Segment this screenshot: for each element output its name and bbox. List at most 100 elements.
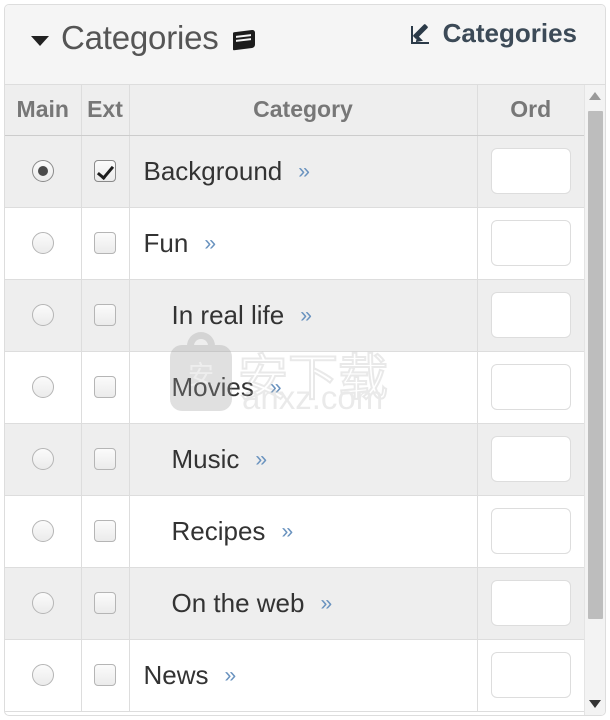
column-header-ext: Ext — [81, 85, 130, 136]
main-radio[interactable] — [31, 376, 54, 398]
column-header-category: Category — [129, 85, 478, 136]
category-detail-link[interactable]: » — [204, 233, 216, 254]
category-label: Fun — [143, 228, 189, 258]
cell-ext — [81, 135, 130, 208]
cell-category: Background » — [129, 135, 478, 208]
table-row: Background » — [5, 135, 584, 208]
categories-table-wrap: Main Ext Category Ord Background» Fun» In … — [5, 85, 605, 715]
cell-main — [5, 567, 82, 640]
page-title: Categories — [61, 19, 219, 56]
cell-main — [5, 639, 82, 712]
main-radio[interactable] — [31, 664, 54, 686]
category-cell-content: Movies » — [130, 374, 477, 400]
cell-ext — [81, 279, 130, 352]
category-detail-link[interactable]: » — [281, 521, 293, 542]
caret-down-icon[interactable] — [31, 35, 49, 46]
table-row: Fun » — [5, 207, 584, 280]
ext-checkbox[interactable] — [94, 592, 116, 614]
ord-input[interactable] — [490, 580, 571, 626]
book-icon — [233, 29, 259, 51]
main-radio[interactable] — [31, 592, 54, 614]
cell-main — [5, 351, 82, 424]
cell-ord — [477, 495, 584, 568]
ext-checkbox[interactable] — [94, 520, 116, 542]
cell-category: Movies » — [129, 351, 478, 424]
cell-category: News » — [129, 639, 478, 712]
category-cell-content: Fun » — [130, 230, 477, 256]
panel-title-group[interactable]: Categories — [31, 21, 259, 54]
cell-main — [5, 135, 82, 208]
cell-ord — [477, 351, 584, 424]
category-detail-link[interactable]: » — [320, 593, 332, 614]
scroll-down-button[interactable] — [585, 694, 605, 714]
cell-ext — [81, 567, 130, 640]
cell-ext — [81, 495, 130, 568]
category-label: Movies — [171, 372, 254, 402]
pencil-square-icon — [410, 22, 436, 47]
ext-checkbox[interactable] — [94, 376, 116, 398]
category-label: Recipes — [171, 516, 266, 546]
main-radio[interactable] — [31, 520, 54, 542]
ord-input[interactable] — [490, 652, 571, 698]
main-radio[interactable] — [31, 304, 54, 326]
table-header-row: Main Ext Category Ord — [5, 85, 584, 136]
category-label: News — [143, 660, 209, 690]
ext-checkbox[interactable] — [94, 448, 116, 470]
cell-ord — [477, 207, 584, 280]
category-detail-link[interactable]: » — [255, 449, 267, 470]
table-row: Movies » — [5, 351, 584, 424]
main-radio[interactable] — [31, 232, 54, 254]
scroll-up-button[interactable] — [585, 86, 605, 106]
category-cell-content: In real life » — [130, 302, 477, 328]
category-detail-link[interactable]: » — [225, 665, 237, 686]
cell-main — [5, 423, 82, 496]
cell-ext — [81, 207, 130, 280]
vertical-scrollbar[interactable] — [584, 85, 605, 715]
cell-category: Fun » — [129, 207, 478, 280]
ord-input[interactable] — [490, 292, 571, 338]
categories-table-body: Background» Fun» In real life» Movies» Music… — [5, 135, 584, 712]
cell-main — [5, 207, 82, 280]
cell-main — [5, 495, 82, 568]
main-radio[interactable] — [31, 160, 54, 182]
category-label: In real life — [171, 300, 285, 330]
category-detail-link[interactable]: » — [298, 161, 310, 182]
cell-category: Recipes » — [129, 495, 478, 568]
category-cell-content: Music » — [130, 446, 477, 472]
category-detail-link[interactable]: » — [300, 305, 312, 326]
ext-checkbox[interactable] — [94, 232, 116, 254]
category-label: Background — [143, 156, 283, 186]
category-cell-content: On the web » — [130, 590, 477, 616]
cell-ext — [81, 351, 130, 424]
edit-categories-button[interactable]: Categories — [410, 18, 577, 48]
table-row: Music » — [5, 423, 584, 496]
category-label: On the web — [171, 588, 305, 618]
column-header-main: Main — [5, 85, 82, 136]
ext-checkbox[interactable] — [94, 160, 116, 182]
table-row: Recipes » — [5, 495, 584, 568]
cell-ord — [477, 567, 584, 640]
category-detail-link[interactable]: » — [270, 377, 282, 398]
ord-input[interactable] — [490, 148, 571, 194]
cell-ord — [477, 135, 584, 208]
ord-input[interactable] — [490, 436, 571, 482]
cell-ord — [477, 423, 584, 496]
categories-panel: Categories Categories Main Ext Category … — [4, 4, 606, 716]
ord-input[interactable] — [490, 508, 571, 554]
edit-categories-label: Categories — [442, 18, 577, 48]
scrollbar-thumb[interactable] — [588, 111, 603, 619]
cell-category: In real life » — [129, 279, 478, 352]
cell-ext — [81, 639, 130, 712]
ord-input[interactable] — [490, 220, 571, 266]
category-cell-content: News » — [130, 662, 477, 688]
cell-category: On the web » — [129, 567, 478, 640]
table-row: On the web » — [5, 567, 584, 640]
cell-ord — [477, 639, 584, 712]
categories-table: Main Ext Category Ord Background» Fun» In … — [5, 85, 584, 712]
category-label: Music — [171, 444, 240, 474]
ext-checkbox[interactable] — [94, 664, 116, 686]
ext-checkbox[interactable] — [94, 304, 116, 326]
column-header-ord: Ord — [477, 85, 584, 136]
ord-input[interactable] — [490, 364, 571, 410]
main-radio[interactable] — [31, 448, 54, 470]
